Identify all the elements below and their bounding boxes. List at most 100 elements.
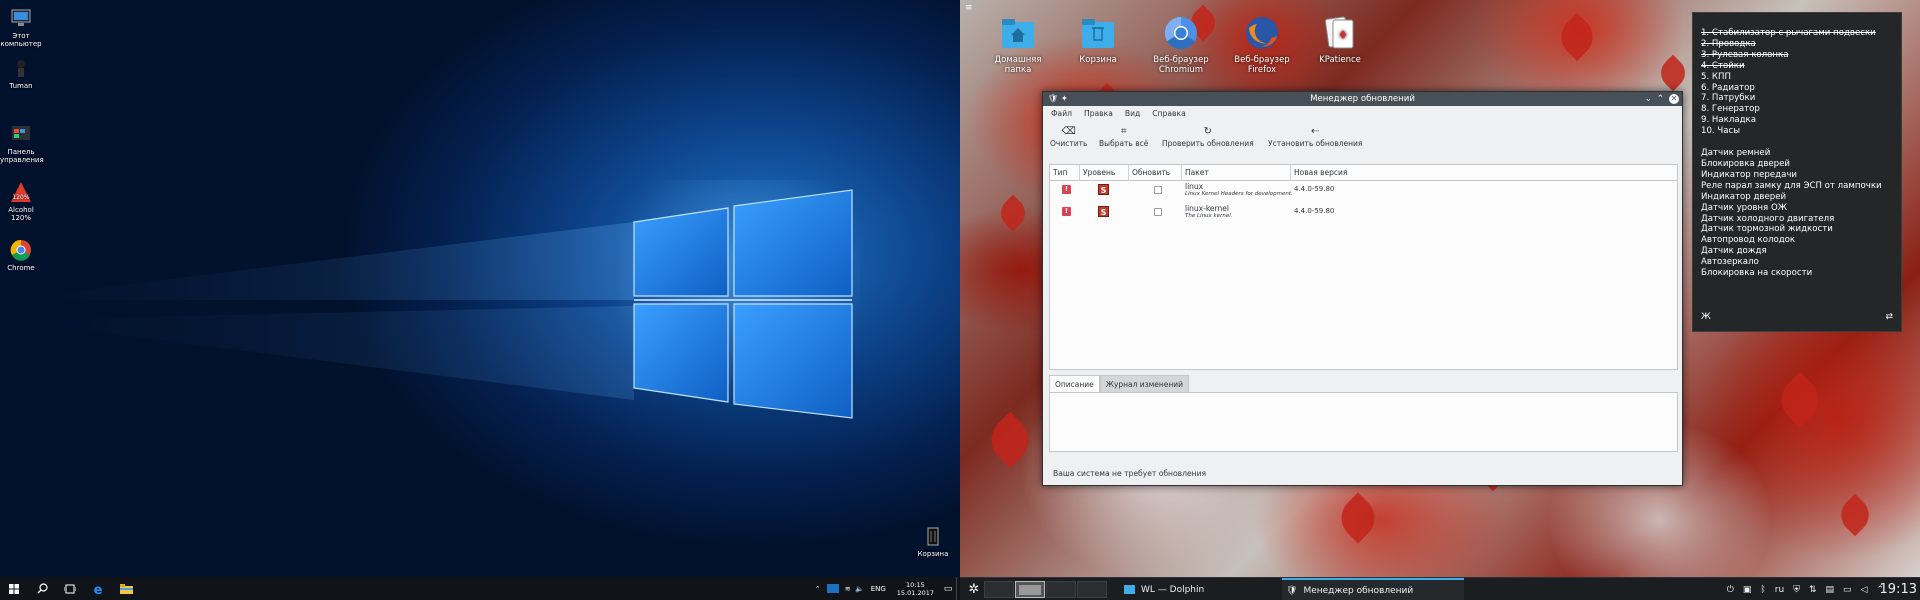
desktop-icon-computer[interactable]: Этот компьютер (0, 6, 42, 48)
desktop-icon-alcohol[interactable]: 120% Alcohol 120% (0, 180, 42, 222)
desktop-icon-tuman[interactable]: Tuman (0, 56, 42, 90)
column-package[interactable]: Пакет (1182, 165, 1291, 181)
task-view-button[interactable] (56, 577, 84, 600)
clear-button[interactable]: ⌫ Очистить (1050, 125, 1087, 148)
security-level-icon: S (1098, 206, 1109, 217)
clock-date: 15.01.2017 (896, 588, 934, 597)
update-checkbox[interactable] (1154, 186, 1162, 194)
window-title: Менеджер обновлений (1310, 94, 1415, 104)
volume-icon[interactable]: 🔈 (854, 585, 866, 593)
package-name: linux-kernel (1185, 204, 1229, 213)
pager-desktop-4[interactable] (1077, 581, 1107, 598)
note-line: 9. Накладка (1701, 115, 1757, 126)
clock[interactable]: 10:15 15.01.2017 (891, 581, 940, 597)
kde-icon-label: Веб-браузер Chromium (1153, 55, 1209, 75)
column-type[interactable]: Тип (1050, 165, 1080, 181)
select-all-icon: ⌗ (1120, 126, 1127, 137)
menu-edit[interactable]: Правка (1084, 109, 1113, 118)
menu-help[interactable]: Справка (1152, 109, 1185, 118)
desktop-toolbox-icon[interactable]: ≡ (965, 3, 973, 13)
recycle-bin-icon (921, 524, 945, 548)
note-line: 3. Рулевая колонка (1701, 49, 1789, 60)
desktop-icon-recycle-bin[interactable]: Корзина (912, 524, 954, 558)
select-all-button[interactable]: ⌗ Выбрать всё (1099, 125, 1148, 148)
pager-desktop-3[interactable] (1046, 581, 1076, 598)
start-button[interactable] (0, 577, 28, 600)
notes-format-icon[interactable]: Ж (1701, 312, 1711, 323)
pager-desktop-2[interactable] (1015, 581, 1045, 598)
trash-folder-icon (1079, 14, 1117, 52)
dolphin-icon (1124, 585, 1135, 594)
desktop-icon-label: Tuman (9, 82, 33, 90)
desktop-icon-label: Корзина (917, 550, 949, 558)
note-line: Датчик дождя (1701, 246, 1767, 257)
windows-wallpaper (0, 0, 960, 577)
close-icon[interactable]: ✕ (1669, 94, 1679, 104)
input-language[interactable]: ENG (866, 585, 891, 593)
network-icon[interactable]: ⇅ (1809, 585, 1817, 595)
window-titlebar[interactable]: 🛡 ✦ Менеджер обновлений ⌄ ⌃ ✕ (1043, 92, 1682, 106)
tab-description[interactable]: Описание (1049, 375, 1100, 392)
search-button[interactable] (28, 577, 56, 600)
table-row[interactable]: ! S linux-kernel The Linux kernel. 4.4.0… (1050, 204, 1677, 227)
pin-icon[interactable]: ✦ (1061, 92, 1068, 106)
file-explorer-button[interactable] (112, 577, 140, 600)
clipboard-icon[interactable]: ▤ (1826, 585, 1835, 595)
menu-file[interactable]: Файл (1051, 109, 1072, 118)
maximize-icon[interactable]: ⌃ (1657, 92, 1664, 106)
edge-button[interactable]: e (84, 577, 112, 600)
install-updates-button[interactable]: ⇠ Установить обновления (1268, 125, 1362, 148)
kde-icon-trash[interactable]: Корзина (1060, 14, 1136, 65)
menu-view[interactable]: Вид (1125, 109, 1140, 118)
application-launcher-icon[interactable]: ✲ (966, 578, 982, 600)
update-manager-window: 🛡 ✦ Менеджер обновлений ⌄ ⌃ ✕ Файл Правк… (1042, 91, 1683, 486)
kde-icon-label: Корзина (1079, 55, 1117, 65)
desktop-icon-label: Панель управления (0, 148, 44, 164)
svg-text:120%: 120% (12, 194, 29, 201)
kde-icon-home[interactable]: Домашняя папка (980, 14, 1056, 75)
chevron-up-icon[interactable]: ⌃ (812, 585, 824, 593)
notes-widget[interactable]: 1. Стабилизатор с рычагами подвески 2. Пр… (1692, 12, 1902, 332)
task-update-manager[interactable]: 🛡 Менеджер обновлений (1282, 578, 1464, 600)
battery-icon[interactable]: ▭ (1843, 585, 1852, 595)
update-shield-icon[interactable]: ⛨ (1793, 585, 1800, 595)
volume-icon[interactable]: ◁ (1861, 585, 1868, 595)
task-dolphin[interactable]: WL — Dolphin (1120, 578, 1280, 600)
minimize-icon[interactable]: ⌄ (1645, 92, 1652, 106)
task-label: WL — Dolphin (1141, 584, 1205, 595)
clear-label: Очистить (1050, 139, 1088, 148)
firefox-icon (1243, 14, 1281, 52)
alcohol-120-icon: 120% (9, 180, 33, 204)
tab-changelog[interactable]: Журнал изменений (1099, 375, 1190, 392)
action-center-icon[interactable]: ▭ (940, 584, 956, 594)
note-line: Индикатор дверей (1701, 191, 1787, 202)
wifi-icon[interactable]: ≋ (842, 585, 854, 593)
column-update[interactable]: Обновить (1129, 165, 1182, 181)
task-view-icon (64, 584, 76, 593)
network-app-icon[interactable] (826, 584, 839, 593)
shield-icon: 🛡 (1286, 585, 1298, 596)
kde-clock[interactable]: 19:13 (1880, 578, 1917, 600)
keyboard-layout[interactable]: ru (1775, 585, 1784, 595)
column-new-version[interactable]: Новая версия (1291, 165, 1677, 181)
desktop-icon-control-panel[interactable]: Панель управления (0, 122, 44, 164)
check-updates-label: Проверить обновления (1162, 139, 1254, 148)
note-line: 8. Генератор (1701, 104, 1760, 115)
check-updates-button[interactable]: ↻ Проверить обновления (1162, 125, 1254, 148)
kde-icon-firefox[interactable]: Веб-браузер Firefox (1224, 14, 1300, 75)
update-checkbox[interactable] (1154, 208, 1162, 216)
table-row[interactable]: ! S linux Linux Kernel Headers for devel… (1050, 182, 1677, 205)
column-level[interactable]: Уровень (1080, 165, 1129, 181)
kde-icon-chromium[interactable]: Веб-браузер Chromium (1143, 14, 1219, 75)
bluetooth-icon[interactable]: ᛒ (1760, 585, 1765, 595)
warning-icon: ! (1062, 185, 1071, 194)
details-tabs: Описание Журнал изменений (1049, 375, 1190, 392)
display-icon[interactable]: ▣ (1743, 585, 1752, 595)
notes-settings-icon[interactable]: ⇄ (1885, 312, 1893, 323)
kde-icon-kpatience[interactable]: ♦ KPatience (1302, 14, 1378, 65)
refresh-icon: ↻ (1203, 126, 1213, 137)
pager-desktop-1[interactable] (984, 581, 1014, 598)
power-icon[interactable]: ⏻ (1727, 585, 1734, 595)
desktop-icon-chrome[interactable]: Chrome (0, 238, 42, 272)
windows-desktop: Этот компьютер Tuman Панель управления 1… (0, 0, 960, 600)
